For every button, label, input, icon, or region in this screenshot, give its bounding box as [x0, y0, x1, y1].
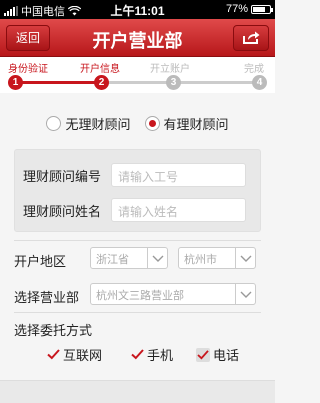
province-value: 浙江省: [96, 254, 129, 266]
progress-steps: 身份验证 开户信息 开立账户 完成 1 2 3 4: [0, 57, 275, 93]
city-select[interactable]: 杭州市: [178, 247, 256, 269]
step-dot-4: 4: [252, 75, 267, 90]
checkmark-icon: [196, 347, 210, 362]
chevron-down-icon: [235, 248, 255, 268]
step-dot-3: 3: [166, 75, 181, 90]
city-value: 杭州市: [184, 254, 217, 266]
step-label-4: 完成: [244, 64, 264, 75]
progress-line-done: [14, 81, 100, 84]
step-label-2: 开户信息: [80, 64, 120, 75]
checkbox-internet[interactable]: 互联网: [46, 345, 102, 364]
checkbox-label: 互联网: [63, 348, 103, 363]
radio-circle-icon: [46, 115, 62, 131]
divider: [14, 240, 261, 241]
battery-icon: [251, 4, 273, 14]
checkmark-icon: [130, 348, 144, 362]
radio-no-advisor[interactable]: 无理财顾问: [46, 114, 131, 133]
share-icon: [243, 31, 260, 44]
step-label-3: 开立账户: [150, 64, 190, 75]
entrust-options: 互联网 手机 电话: [0, 345, 275, 365]
step-dot-1: 1: [8, 75, 23, 90]
status-bar: 中国电信 上午11:01 77%: [0, 0, 275, 19]
checkmark-icon: [46, 348, 60, 362]
branch-select[interactable]: 杭州文三路营业部: [90, 283, 256, 305]
nav-bar: 返回 开户营业部: [0, 19, 275, 57]
bottom-bar: [0, 380, 275, 403]
region-label: 开户地区: [14, 254, 67, 269]
branch-value: 杭州文三路营业部: [96, 290, 184, 302]
share-button[interactable]: [233, 25, 269, 51]
step-dot-2: 2: [94, 75, 109, 90]
checkbox-mobile[interactable]: 手机: [130, 345, 173, 364]
advisor-id-input[interactable]: 请输入工号: [111, 163, 246, 187]
checkbox-phone[interactable]: 电话: [196, 345, 239, 364]
advisor-id-label: 理财顾问编号: [23, 168, 102, 184]
radio-has-advisor[interactable]: 有理财顾问: [144, 114, 229, 133]
province-select[interactable]: 浙江省: [90, 247, 168, 269]
advisor-radio-group: 无理财顾问 有理财顾问: [0, 109, 275, 137]
advisor-name-input[interactable]: 请输入姓名: [111, 198, 246, 222]
advisor-name-label: 理财顾问姓名: [23, 203, 102, 219]
divider: [14, 312, 261, 313]
checkbox-label: 手机: [147, 348, 174, 363]
entrust-label: 选择委托方式: [14, 323, 93, 338]
checkbox-label: 电话: [213, 348, 240, 363]
chevron-down-icon: [235, 284, 255, 304]
radio-selected-icon: [144, 115, 160, 131]
advisor-panel: 理财顾问编号 请输入工号 理财顾问姓名 请输入姓名: [14, 149, 261, 232]
branch-label: 选择营业部: [14, 290, 80, 305]
radio-label: 有理财顾问: [163, 116, 229, 132]
battery-fill: [253, 6, 265, 12]
chevron-down-icon: [147, 248, 167, 268]
battery-percent: 77%: [225, 3, 248, 15]
radio-label: 无理财顾问: [65, 116, 131, 132]
step-label-1: 身份验证: [8, 64, 48, 75]
